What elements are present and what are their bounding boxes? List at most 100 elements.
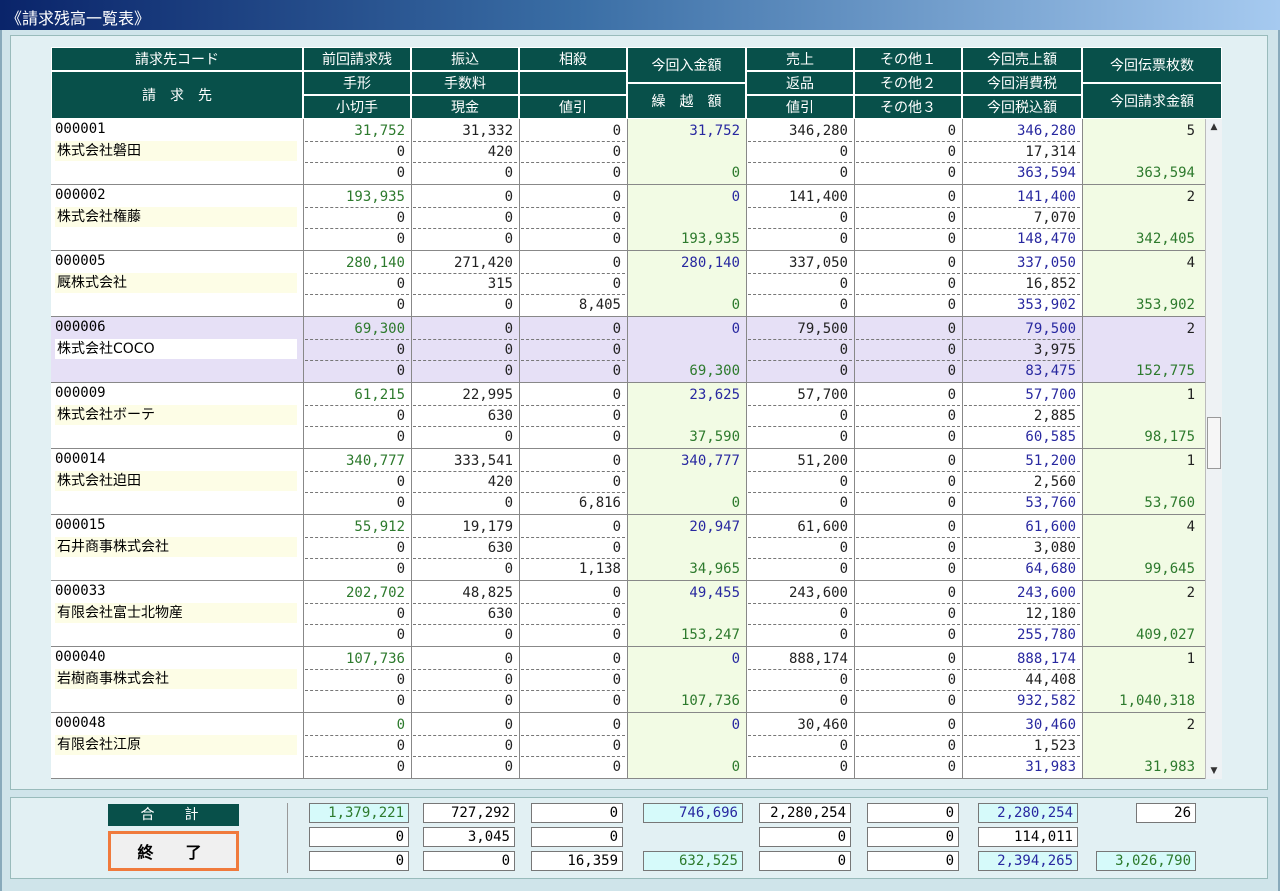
table-row[interactable]: 000015 石井商事株式会社 55,912 0 0 19,179 630 0 0 0 1,138 6…: [51, 515, 1205, 581]
billing-amount: 98,175: [1144, 429, 1195, 445]
total-r3-col4: 632,525: [643, 851, 743, 871]
cell-c5-line1: 141,400: [788, 189, 848, 205]
cell-c2-line2: 630: [487, 606, 513, 622]
table-row[interactable]: 000005 厩株式会社 280,140 0 0 271,420 315 0 0 0 8,405 33…: [51, 251, 1205, 317]
total-r2-col2: 3,045: [423, 827, 515, 847]
cell-c2-line2: 0: [504, 738, 513, 754]
cell-divider: [964, 141, 1080, 142]
cell-divider: [305, 558, 409, 559]
customer-name: 石井商事株式会社: [55, 537, 297, 557]
cell-divider: [305, 141, 409, 142]
cell-divider: [521, 360, 625, 361]
cell-c5-line3: 0: [839, 429, 848, 445]
cell-c2-line1: 0: [504, 321, 513, 337]
cell-c2-line1: 0: [504, 717, 513, 733]
cell-divider: [521, 471, 625, 472]
cell-divider: [964, 228, 1080, 229]
cell-c7-line3: 83,475: [1025, 363, 1076, 379]
cell-c6-line3: 0: [947, 627, 956, 643]
nyukin-value: 0: [731, 717, 740, 733]
cell-c1-line1: 340,777: [345, 453, 405, 469]
table-row[interactable]: 000048 有限会社江原 0 0 0 0 0 0 0 0 0 30,460 0 0 0 0 0 30,460 1,…: [51, 713, 1205, 779]
cell-divider: [856, 471, 960, 472]
table-row[interactable]: 000006 株式会社COCO 69,300 0 0 0 0 0 0 0 0 79,500 0 0 0 0 0 7…: [51, 317, 1205, 383]
header-sousai: 相殺: [519, 47, 627, 71]
table-row[interactable]: 000014 株式会社迫田 340,777 0 0 333,541 420 0 0 0 6,816 5…: [51, 449, 1205, 515]
cell-divider: [305, 735, 409, 736]
header-furikomi: 振込: [411, 47, 519, 71]
table-row[interactable]: 000009 株式会社ボーテ 61,215 0 0 22,995 630 0 0 0 0 57,700…: [51, 383, 1205, 449]
cell-c2-line3: 0: [504, 495, 513, 511]
cell-divider: [964, 690, 1080, 691]
customer-code: 000009: [55, 385, 106, 401]
table-row[interactable]: 000001 株式会社磐田 31,752 0 0 31,332 420 0 0 0 0 346,280…: [51, 119, 1205, 185]
total-r1-col3: 0: [531, 803, 623, 823]
cell-c1-line2: 0: [396, 408, 405, 424]
cell-c7-line3: 255,780: [1016, 627, 1076, 643]
cell-c7-line3: 64,680: [1025, 561, 1076, 577]
table-row[interactable]: 000002 株式会社権藤 193,935 0 0 0 0 0 0 0 0 141,400 0 0 0 0 0 1…: [51, 185, 1205, 251]
vertical-scrollbar[interactable]: ▲ ▼: [1205, 119, 1222, 779]
cell-c7-line1: 61,600: [1025, 519, 1076, 535]
cell-divider: [305, 603, 409, 604]
total-r2-col1: 0: [309, 827, 409, 847]
billing-amount: 409,027: [1135, 627, 1195, 643]
cell-c7-line2: 2,885: [1033, 408, 1076, 424]
cell-c3-line2: 0: [612, 672, 621, 688]
cell-divider: [521, 228, 625, 229]
customer-name: 厩株式会社: [55, 273, 297, 293]
cell-c7-line2: 17,314: [1025, 144, 1076, 160]
cell-divider: [413, 360, 517, 361]
scroll-thumb[interactable]: [1207, 417, 1221, 469]
customer-code: 000001: [55, 121, 106, 137]
customer-name: 岩樹商事株式会社: [55, 669, 297, 689]
customer-name: 有限会社富士北物産: [55, 603, 297, 623]
cell-divider: [748, 273, 852, 274]
cell-c7-line3: 53,760: [1025, 495, 1076, 511]
data-grid[interactable]: 000001 株式会社磐田 31,752 0 0 31,332 420 0 0 0 0 346,280…: [51, 119, 1205, 779]
cell-c6-line3: 0: [947, 693, 956, 709]
cell-divider: [521, 603, 625, 604]
cell-divider: [856, 141, 960, 142]
scroll-up-icon[interactable]: ▲: [1206, 119, 1222, 135]
header-cur-taxin: 今回税込額: [962, 95, 1082, 119]
total-r3-col1: 0: [309, 851, 409, 871]
scroll-down-icon[interactable]: ▼: [1206, 763, 1222, 779]
table-row[interactable]: 000033 有限会社富士北物産 202,702 0 0 48,825 630 0 0 0 0 243…: [51, 581, 1205, 647]
cell-divider: [413, 735, 517, 736]
cell-divider: [521, 537, 625, 538]
cell-c7-line2: 2,560: [1033, 474, 1076, 490]
cell-divider: [521, 339, 625, 340]
cell-divider: [413, 207, 517, 208]
cell-c2-line2: 315: [487, 276, 513, 292]
cell-c5-line1: 243,600: [788, 585, 848, 601]
cell-c2-line1: 0: [504, 651, 513, 667]
cell-c3-line3: 0: [612, 759, 621, 775]
cell-divider: [305, 228, 409, 229]
cell-c5-line2: 0: [839, 540, 848, 556]
total-r3-col3: 16,359: [531, 851, 623, 871]
table-row[interactable]: 000040 岩樹商事株式会社 107,736 0 0 0 0 0 0 0 0 888,174 0 0 0 0…: [51, 647, 1205, 713]
cell-divider: [964, 207, 1080, 208]
header-tegata: 手形: [303, 71, 411, 95]
cell-c1-line2: 0: [396, 540, 405, 556]
cell-divider: [413, 690, 517, 691]
end-button[interactable]: 終 了: [108, 831, 239, 871]
cell-c1-line3: 0: [396, 165, 405, 181]
customer-code: 000040: [55, 649, 106, 665]
cell-c3-line3: 0: [612, 165, 621, 181]
cell-divider: [748, 141, 852, 142]
cell-divider: [413, 624, 517, 625]
cell-c6-line2: 0: [947, 408, 956, 424]
header-kogitte: 小切手: [303, 95, 411, 119]
cell-c2-line2: 420: [487, 474, 513, 490]
cell-c6-line2: 0: [947, 606, 956, 622]
cell-divider: [748, 756, 852, 757]
window-title: 《請求残高一覧表》: [6, 9, 151, 28]
cell-divider: [521, 162, 625, 163]
cell-c2-line3: 0: [504, 561, 513, 577]
cell-c1-line2: 0: [396, 276, 405, 292]
cell-c3-line1: 0: [612, 453, 621, 469]
cell-divider: [521, 141, 625, 142]
header-nebiki1: 値引: [519, 95, 627, 119]
